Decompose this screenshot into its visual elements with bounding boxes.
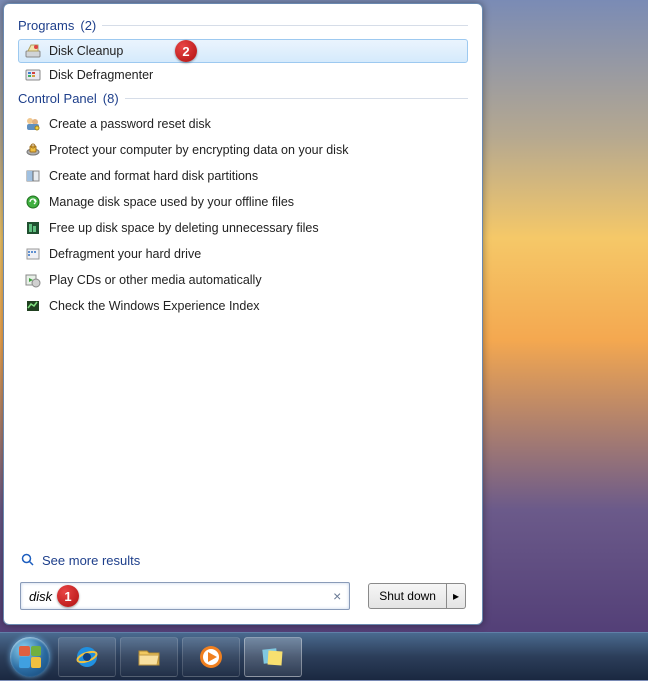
- folder-icon: [135, 643, 163, 671]
- programs-section: Programs (2) Disk Cleanup 2 Disk Defragm…: [18, 14, 468, 87]
- search-icon: [20, 552, 36, 568]
- sync-green-icon: [25, 194, 41, 210]
- program-disk-defragmenter[interactable]: Disk Defragmenter: [18, 63, 468, 87]
- cp-item-defragment[interactable]: Defragment your hard drive: [18, 242, 468, 266]
- cp-item-free-space[interactable]: Free up disk space by deleting unnecessa…: [18, 216, 468, 240]
- shutdown-split-button: Shut down ▸: [368, 583, 466, 609]
- defrag-icon: [25, 246, 41, 262]
- item-label: Disk Defragmenter: [49, 68, 153, 82]
- cp-item-password-reset[interactable]: Create a password reset disk: [18, 112, 468, 136]
- cp-item-encrypt[interactable]: Protect your computer by encrypting data…: [18, 138, 468, 162]
- shutdown-button[interactable]: Shut down: [368, 583, 447, 609]
- start-button[interactable]: [6, 633, 54, 681]
- search-box[interactable]: × 1: [20, 582, 350, 610]
- divider: [102, 25, 468, 26]
- item-label: Check the Windows Experience Index: [49, 299, 260, 313]
- programs-header: Programs (2): [18, 18, 468, 33]
- item-label: Manage disk space used by your offline f…: [49, 195, 294, 209]
- disk-defrag-icon: [25, 67, 41, 83]
- spacer: [18, 320, 468, 548]
- taskbar-app-explorer[interactable]: [120, 637, 178, 677]
- programs-header-count: (2): [80, 18, 96, 33]
- taskbar-app-ie[interactable]: [58, 637, 116, 677]
- chevron-right-icon: ▸: [453, 589, 459, 603]
- taskbar-app-media-player[interactable]: [182, 637, 240, 677]
- item-label: Protect your computer by encrypting data…: [49, 143, 348, 157]
- disk-cleanup-icon: [25, 43, 41, 59]
- item-label: Disk Cleanup: [49, 44, 123, 58]
- internet-explorer-icon: [73, 643, 101, 671]
- bottom-row: × 1 Shut down ▸: [18, 578, 468, 614]
- control-panel-header: Control Panel (8): [18, 91, 468, 106]
- cp-item-autoplay[interactable]: Play CDs or other media automatically: [18, 268, 468, 292]
- program-disk-cleanup[interactable]: Disk Cleanup 2: [18, 39, 468, 63]
- clear-search-icon[interactable]: ×: [331, 588, 343, 604]
- wei-icon: [25, 298, 41, 314]
- start-menu-panel: Programs (2) Disk Cleanup 2 Disk Defragm…: [3, 3, 483, 625]
- lock-disk-icon: [25, 142, 41, 158]
- shutdown-options-button[interactable]: ▸: [447, 583, 466, 609]
- cp-item-offline-files[interactable]: Manage disk space used by your offline f…: [18, 190, 468, 214]
- control-panel-section: Control Panel (8) Create a password rese…: [18, 87, 468, 320]
- disk-usage-icon: [25, 220, 41, 236]
- media-player-icon: [197, 643, 225, 671]
- cp-item-partitions[interactable]: Create and format hard disk partitions: [18, 164, 468, 188]
- autoplay-icon: [25, 272, 41, 288]
- partition-icon: [25, 168, 41, 184]
- control-panel-header-label: Control Panel: [18, 91, 97, 106]
- item-label: Create and format hard disk partitions: [49, 169, 258, 183]
- programs-header-label: Programs: [18, 18, 74, 33]
- item-label: Defragment your hard drive: [49, 247, 201, 261]
- annotation-step-1: 1: [57, 585, 79, 607]
- item-label: Create a password reset disk: [49, 117, 211, 131]
- item-label: Free up disk space by deleting unnecessa…: [49, 221, 319, 235]
- annotation-step-2: 2: [175, 40, 197, 62]
- see-more-results[interactable]: See more results: [18, 548, 468, 578]
- taskbar: [0, 632, 648, 680]
- cp-item-wei[interactable]: Check the Windows Experience Index: [18, 294, 468, 318]
- windows-logo-icon: [10, 637, 50, 677]
- item-label: Play CDs or other media automatically: [49, 273, 262, 287]
- users-key-icon: [25, 116, 41, 132]
- sticky-notes-icon: [259, 643, 287, 671]
- see-more-label: See more results: [42, 553, 140, 568]
- divider: [125, 98, 468, 99]
- control-panel-header-count: (8): [103, 91, 119, 106]
- taskbar-app-sticky-notes[interactable]: [244, 637, 302, 677]
